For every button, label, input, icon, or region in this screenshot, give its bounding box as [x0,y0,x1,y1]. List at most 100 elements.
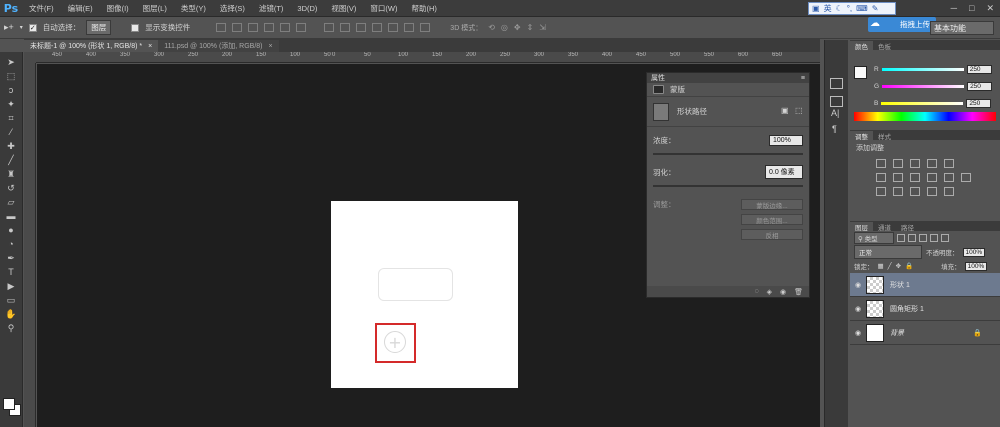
blend-mode-dropdown[interactable]: 正常 [854,245,922,259]
dodge-tool-icon[interactable]: ◔ [3,238,19,250]
maximize-icon[interactable]: □ [969,3,974,14]
distribute-vcenter-icon[interactable] [340,23,351,32]
invert-icon[interactable] [876,186,886,196]
3d-slide-icon[interactable]: ⇕ [527,23,534,32]
distribute-top-icon[interactable] [324,23,335,32]
auto-select-dropdown[interactable]: 图层 [86,20,112,35]
align-top-icon[interactable] [216,23,227,32]
filter-adjust-icon[interactable] [908,234,916,242]
tab-styles[interactable]: 样式 [873,131,896,141]
align-vcenter-icon[interactable] [232,23,243,32]
menu-3d[interactable]: 3D(D) [290,4,324,13]
shape-tool-icon[interactable]: ▭ [3,294,19,306]
align-right-icon[interactable] [296,23,307,32]
hand-tool-icon[interactable]: ✋ [3,308,19,320]
zoom-tool-icon[interactable]: ⚲ [3,322,19,334]
layer-name[interactable]: 背景 [890,328,904,338]
blur-tool-icon[interactable]: ● [3,224,19,236]
menu-edit[interactable]: 编辑(E) [61,3,100,14]
tab-paths[interactable]: 路径 [896,222,919,232]
3d-drag-icon[interactable]: ✥ [514,23,521,32]
tab-close-icon[interactable]: × [148,43,152,50]
type-tool-icon[interactable]: T [3,266,19,278]
3d-roll-icon[interactable]: ◎ [501,23,508,32]
auto-select-checkbox[interactable]: ✓ [28,23,37,32]
tab-111-psd[interactable]: 111.psd @ 100% (添加, RGB/8) × [158,40,279,52]
path-selection-tool-icon[interactable]: ▶ [3,280,19,292]
distribute-left-icon[interactable] [372,23,383,32]
minimize-icon[interactable]: ─ [951,3,957,14]
brush-tool-icon[interactable]: ╱ [3,154,19,166]
color-fg-swatch[interactable] [854,66,867,79]
brightness-icon[interactable] [876,158,886,168]
menu-layer[interactable]: 图层(L) [136,3,174,14]
lasso-tool-icon[interactable]: ↄ [3,84,19,96]
posterize-icon[interactable] [893,186,903,196]
close-icon[interactable]: ✕ [986,3,994,14]
menu-window[interactable]: 窗口(W) [363,3,404,14]
eraser-tool-icon[interactable]: ▱ [3,196,19,208]
panel-menu-icon[interactable]: ≡ [801,75,805,82]
vibrance-icon[interactable] [944,158,954,168]
menu-file[interactable]: 文件(F) [22,3,61,14]
eye-icon[interactable]: ◉ [850,329,866,337]
rounded-rectangle-shape[interactable] [378,268,453,301]
select-pixel-mask-icon[interactable]: ▣ [781,106,789,115]
gradient-map-icon[interactable] [927,186,937,196]
tab-adjustments[interactable]: 调整 [850,131,873,141]
lock-all-icon[interactable]: 🔒 [905,262,913,270]
ime-mode[interactable]: 英 [824,3,832,14]
menu-select[interactable]: 选择(S) [213,3,252,14]
move-tool-icon[interactable]: ▸+ [4,22,14,33]
hue-saturation-icon[interactable] [876,172,886,182]
layer-row-rounded-rect-1[interactable]: ◉ 圆角矩形 1 [850,297,1000,321]
layer-thumbnail[interactable] [866,299,884,318]
gradient-tool-icon[interactable]: ▬ [3,210,19,222]
black-white-icon[interactable] [910,172,920,182]
tab-layers[interactable]: 图层 [850,222,873,232]
color-balance-icon[interactable] [893,172,903,182]
apply-mask-icon[interactable]: ◈ [767,288,772,296]
info-icon[interactable] [830,96,843,107]
3d-scale-icon[interactable]: ⇲ [539,23,546,32]
layer-thumbnail[interactable] [866,323,884,342]
workspace-dropdown[interactable]: 基本功能 [930,21,994,35]
b-value[interactable]: 250 [966,98,992,108]
density-input[interactable]: 100% [769,134,803,146]
density-slider[interactable] [653,153,803,155]
magic-wand-tool-icon[interactable]: ✦ [3,98,19,110]
layer-row-background[interactable]: ◉ 背景 🔒 [850,321,1000,345]
layer-row-shape-1[interactable]: ◉ 形状 1 [850,273,1000,297]
align-hcenter-icon[interactable] [280,23,291,32]
filter-smart-icon[interactable] [941,234,949,242]
menu-view[interactable]: 视图(V) [324,3,363,14]
r-value[interactable]: 250 [966,64,992,74]
properties-panel-header[interactable]: 属性 ≡ [647,73,809,83]
chevron-down-icon[interactable]: ▾ [20,24,23,31]
photo-filter-icon[interactable] [927,172,937,182]
show-transform-checkbox[interactable] [131,23,140,32]
tab-close-icon[interactable]: × [269,43,273,50]
tab-swatches[interactable]: 色板 [873,41,896,51]
menu-help[interactable]: 帮助(H) [405,3,444,14]
curves-icon[interactable] [910,158,920,168]
mask-edge-button[interactable]: 蒙版边缘... [741,199,803,210]
channel-mixer-icon[interactable] [944,172,954,182]
crop-tool-icon[interactable]: ⌗ [3,112,19,124]
filter-shape-icon[interactable] [930,234,938,242]
color-range-button[interactable]: 颜色范围... [741,214,803,225]
b-slider[interactable] [881,101,964,105]
lock-transparent-icon[interactable]: ▦ [878,262,884,270]
layer-name[interactable]: 形状 1 [890,280,910,290]
selective-color-icon[interactable] [944,186,954,196]
eyedropper-tool-icon[interactable]: ⁄ [3,126,19,138]
g-slider[interactable] [882,84,965,88]
filter-kind-dropdown[interactable]: ⚲ 类型 [854,232,894,244]
lock-paint-icon[interactable]: ╱ [888,262,892,270]
eye-icon[interactable]: ◉ [850,281,866,289]
lock-move-icon[interactable]: ✥ [896,262,901,270]
layer-name[interactable]: 圆角矩形 1 [890,304,924,314]
horizontal-ruler[interactable]: 450 400 350 300 250 200 150 100 50 0 50 … [36,52,820,63]
color-lookup-icon[interactable] [961,172,971,182]
3d-rotate-icon[interactable]: ⟲ [488,23,495,32]
